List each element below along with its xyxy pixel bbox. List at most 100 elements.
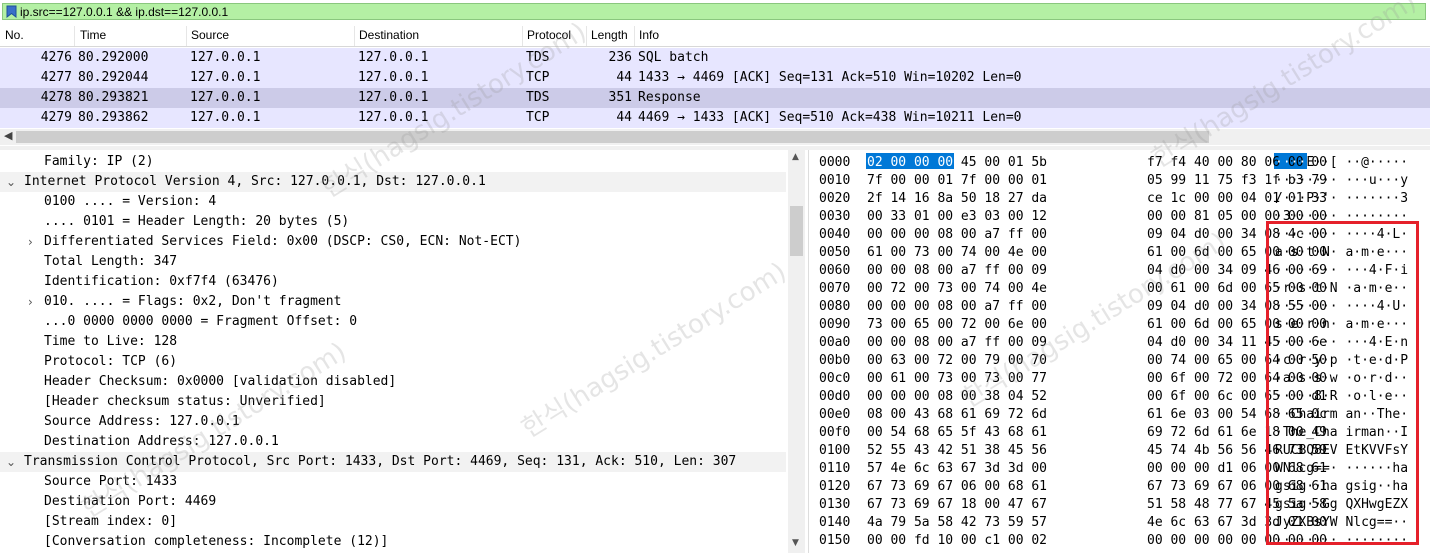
hex-bytes-left[interactable]: 00 00 00 08 00 a7 ff 00	[867, 299, 1047, 314]
detail-line[interactable]: ...0 0000 0000 0000 = Fragment Offset: 0	[0, 312, 786, 332]
detail-line[interactable]: Time to Live: 128	[0, 332, 786, 352]
packet-length: 44	[616, 110, 632, 125]
hex-row[interactable]: 0020 2f 14 16 8a 50 18 27 da ce 1c 00 00 0…	[809, 190, 1430, 208]
detail-line[interactable]: [Stream index: 0]	[0, 512, 786, 532]
hex-ascii[interactable]: ········ ···u···y	[1275, 173, 1408, 188]
hex-offset: 0000	[819, 155, 851, 170]
column-header-info[interactable]: Info	[639, 28, 659, 42]
hex-bytes-left[interactable]: 00 00 fd 10 00 c1 00 02	[867, 533, 1047, 548]
detail-line[interactable]: Destination Port: 4469	[0, 492, 786, 512]
packet-source: 127.0.0.1	[190, 50, 261, 65]
packet-list-horizontal-scrollbar[interactable]: ◀	[0, 129, 1430, 145]
column-header-source[interactable]: Source	[191, 28, 229, 42]
detail-line[interactable]: › Differentiated Services Field: 0x00 (DS…	[0, 232, 786, 252]
detail-line[interactable]: 0100 .... = Version: 4	[0, 192, 786, 212]
detail-line[interactable]: .... 0101 = Header Length: 20 bytes (5)	[0, 212, 786, 232]
packet-source: 127.0.0.1	[190, 70, 261, 85]
packet-source: 127.0.0.1	[190, 110, 261, 125]
chevron-right-icon[interactable]: ›	[28, 235, 33, 249]
detail-line[interactable]: Header Checksum: 0x0000 [validation disa…	[0, 372, 786, 392]
detail-line[interactable]: › 010. .... = Flags: 0x2, Don't fragment	[0, 292, 786, 312]
hex-offset: 00e0	[819, 407, 851, 422]
detail-line[interactable]: Source Port: 1433	[0, 472, 786, 492]
detail-line[interactable]: Family: IP (2)	[0, 152, 786, 172]
detail-line[interactable]: Source Address: 127.0.0.1	[0, 412, 786, 432]
hex-bytes-left[interactable]: 61 00 73 00 74 00 4e 00	[867, 245, 1047, 260]
detail-line[interactable]: Destination Address: 127.0.0.1	[0, 432, 786, 452]
hex-bytes-left[interactable]: 52 55 43 42 51 38 45 56	[867, 443, 1047, 458]
packet-list: 4276 80.292000 127.0.0.1 127.0.0.1 TDS 2…	[0, 47, 1430, 129]
packet-protocol: TDS	[526, 50, 550, 65]
packet-no: 4277	[40, 70, 72, 85]
hex-bytes-left[interactable]: 2f 14 16 8a 50 18 27 da	[867, 191, 1047, 206]
packet-info: 1433 → 4469 [ACK] Seq=131 Ack=510 Win=10…	[638, 70, 1022, 85]
packet-row-selected[interactable]: 4278 80.293821 127.0.0.1 127.0.0.1 TDS 3…	[0, 88, 1430, 108]
packet-destination: 127.0.0.1	[358, 70, 429, 85]
hex-bytes-left[interactable]: 00 72 00 73 00 74 00 4e	[867, 281, 1047, 296]
detail-line[interactable]: [Conversation completeness: Incomplete (…	[0, 532, 786, 552]
hex-bytes-left[interactable]: 7f 00 00 01 7f 00 00 01	[867, 173, 1047, 188]
hex-bytes-left[interactable]: 67 73 69 67 18 00 47 67	[867, 497, 1047, 512]
packet-row[interactable]: 4277 80.292044 127.0.0.1 127.0.0.1 TCP 4…	[0, 68, 1430, 88]
detail-line-ipv4[interactable]: ⌄ Internet Protocol Version 4, Src: 127.0…	[0, 172, 786, 192]
scrollbar-thumb[interactable]	[790, 206, 803, 256]
packet-protocol: TCP	[526, 70, 550, 85]
hex-bytes-left[interactable]: 00 00 00 08 00 38 04 52	[867, 389, 1047, 404]
hex-row[interactable]: 0010 7f 00 00 01 7f 00 00 01 05 99 11 75 f…	[809, 172, 1430, 190]
hex-bytes-left[interactable]: 00 61 00 73 00 73 00 77	[867, 371, 1047, 386]
chevron-down-icon[interactable]: ⌄	[6, 455, 16, 469]
detail-line[interactable]: Identification: 0xf7f4 (63476)	[0, 272, 786, 292]
hex-bytes-left[interactable]: 02 00 00 00 45 00 01 5b	[867, 155, 1047, 170]
column-header-length[interactable]: Length	[591, 28, 628, 42]
hex-offset: 0110	[819, 461, 851, 476]
packet-destination: 127.0.0.1	[358, 110, 429, 125]
hex-offset: 0040	[819, 227, 851, 242]
packet-row[interactable]: 4276 80.292000 127.0.0.1 127.0.0.1 TDS 2…	[0, 48, 1430, 68]
hex-offset: 00c0	[819, 371, 851, 386]
detail-line[interactable]: Protocol: TCP (6)	[0, 352, 786, 372]
hex-bytes-left[interactable]: 08 00 43 68 61 69 72 6d	[867, 407, 1047, 422]
scroll-down-icon[interactable]: ▼	[792, 538, 799, 548]
display-filter-input[interactable]: ip.src==127.0.0.1 && ip.dst==127.0.0.1	[2, 3, 1426, 20]
hex-bytes-left[interactable]: 57 4e 6c 63 67 3d 3d 00	[867, 461, 1047, 476]
hex-offset: 0080	[819, 299, 851, 314]
column-header-protocol[interactable]: Protocol	[527, 28, 571, 42]
packet-row[interactable]: 4279 80.293862 127.0.0.1 127.0.0.1 TCP 4…	[0, 108, 1430, 128]
scroll-left-icon[interactable]: ◀	[4, 129, 12, 142]
hex-bytes-left[interactable]: 00 00 00 08 00 a7 ff 00	[867, 227, 1047, 242]
column-header-time[interactable]: Time	[80, 28, 106, 42]
column-header-destination[interactable]: Destination	[359, 28, 419, 42]
hex-bytes-left[interactable]: 00 33 01 00 e3 03 00 12	[867, 209, 1047, 224]
hex-offset: 0050	[819, 245, 851, 260]
scrollbar-thumb[interactable]	[16, 131, 1209, 143]
detail-line[interactable]: Total Length: 347	[0, 252, 786, 272]
column-header-no[interactable]: No.	[5, 28, 24, 42]
hex-row[interactable]: 0000 02 00 00 00 45 00 01 5b f7 f4 40 00 8…	[809, 154, 1430, 172]
bookmark-icon[interactable]	[6, 5, 17, 18]
details-vertical-scrollbar[interactable]: ▲ ▼	[788, 150, 805, 553]
hex-offset: 0020	[819, 191, 851, 206]
hex-ascii[interactable]: /···P·'· ·······3	[1275, 191, 1408, 206]
chevron-right-icon[interactable]: ›	[28, 295, 33, 309]
hex-bytes-left[interactable]: 67 73 69 67 06 00 68 61	[867, 479, 1047, 494]
hex-bytes-left[interactable]: 4a 79 5a 58 42 73 59 57	[867, 515, 1047, 530]
hex-ascii[interactable]: ····E··[ ··@·····	[1275, 155, 1408, 170]
hex-bytes-left[interactable]: 00 00 08 00 a7 ff 00 09	[867, 335, 1047, 350]
detail-line-tcp[interactable]: ⌄ Transmission Control Protocol, Src Port…	[0, 452, 786, 472]
packet-time: 80.293862	[78, 110, 149, 125]
hex-bytes-left[interactable]: 00 54 68 65 5f 43 68 61	[867, 425, 1047, 440]
scroll-up-icon[interactable]: ▲	[792, 152, 799, 162]
chevron-down-icon[interactable]: ⌄	[6, 175, 16, 189]
hex-offset: 0130	[819, 497, 851, 512]
packet-length: 236	[608, 50, 632, 65]
packet-length: 44	[616, 70, 632, 85]
hex-bytes-left[interactable]: 73 00 65 00 72 00 6e 00	[867, 317, 1047, 332]
hex-bytes-left[interactable]: 00 00 08 00 a7 ff 00 09	[867, 263, 1047, 278]
display-filter-bar: ip.src==127.0.0.1 && ip.dst==127.0.0.1	[0, 0, 1430, 24]
packet-info: SQL batch	[638, 50, 709, 65]
detail-line[interactable]: [Header checksum status: Unverified]	[0, 392, 786, 412]
hex-offset: 00f0	[819, 425, 851, 440]
hex-offset: 0120	[819, 479, 851, 494]
hex-bytes-left[interactable]: 00 63 00 72 00 79 00 70	[867, 353, 1047, 368]
hex-offset: 0030	[819, 209, 851, 224]
